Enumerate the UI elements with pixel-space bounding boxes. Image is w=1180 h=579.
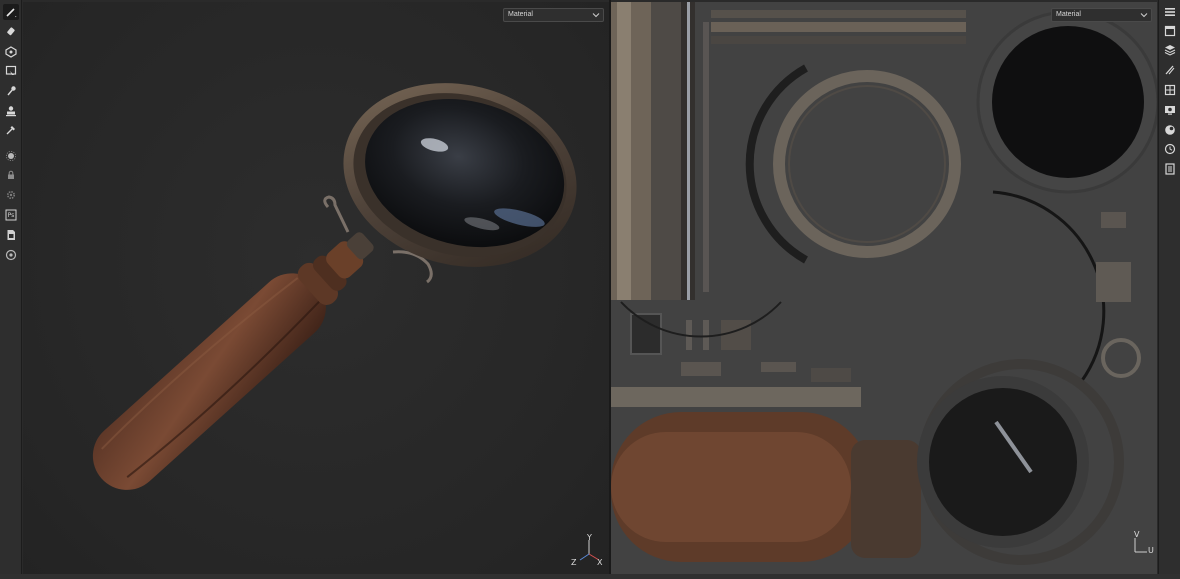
smudge-icon[interactable]	[3, 83, 19, 99]
channel-select-2d-value: Material	[1056, 11, 1081, 18]
chevron-down-icon	[592, 13, 600, 18]
axis-y-label: Y	[587, 533, 592, 542]
lock-icon[interactable]	[3, 167, 19, 183]
settings-icon[interactable]	[3, 187, 19, 203]
viewport-3d[interactable]: Material Y Z X	[23, 2, 609, 574]
channel-select-3d[interactable]: Material	[503, 8, 604, 22]
log-icon[interactable]	[1162, 161, 1178, 177]
photoshop-export-icon[interactable]: Ps	[3, 207, 19, 223]
left-toolbar: Ps	[0, 0, 22, 579]
export-icon[interactable]	[3, 227, 19, 243]
magnifying-glass-render	[92, 83, 577, 490]
viewport-2d[interactable]: Material V U	[611, 2, 1157, 574]
bake-icon[interactable]	[3, 148, 19, 164]
axis-v-label: V	[1134, 530, 1140, 539]
right-toolbar	[1158, 0, 1180, 579]
projection-icon[interactable]	[3, 44, 19, 60]
axis-z-label: Z	[571, 558, 577, 567]
viewer-settings-icon[interactable]	[1162, 102, 1178, 118]
plugin-icon[interactable]	[3, 247, 19, 263]
axis-u-label: U	[1148, 546, 1154, 555]
chevron-down-icon	[1140, 13, 1148, 18]
eraser-icon[interactable]	[3, 24, 19, 40]
ps-label: Ps	[7, 211, 15, 219]
texture-set-settings-icon[interactable]	[1162, 23, 1178, 39]
polygon-fill-icon[interactable]	[3, 63, 19, 79]
history-icon[interactable]	[1162, 141, 1178, 157]
clone-icon[interactable]	[3, 103, 19, 119]
color-picker-icon[interactable]	[3, 122, 19, 138]
status-strip	[0, 574, 1180, 579]
channel-select-3d-value: Material	[508, 11, 533, 18]
channel-select-2d[interactable]: Material	[1051, 8, 1152, 22]
axis-x-label: X	[597, 558, 603, 567]
uv-texture-map	[611, 2, 1157, 565]
texture-set-list-icon[interactable]	[1162, 4, 1178, 20]
paint-brush-icon[interactable]	[3, 4, 19, 20]
shader-settings-icon[interactable]	[1162, 122, 1178, 138]
painter-app: Ps Material Y Z X Material V U	[0, 0, 1180, 579]
display-settings-icon[interactable]	[1162, 82, 1178, 98]
layers-icon[interactable]	[1162, 42, 1178, 58]
brush-settings-icon[interactable]	[1162, 62, 1178, 78]
